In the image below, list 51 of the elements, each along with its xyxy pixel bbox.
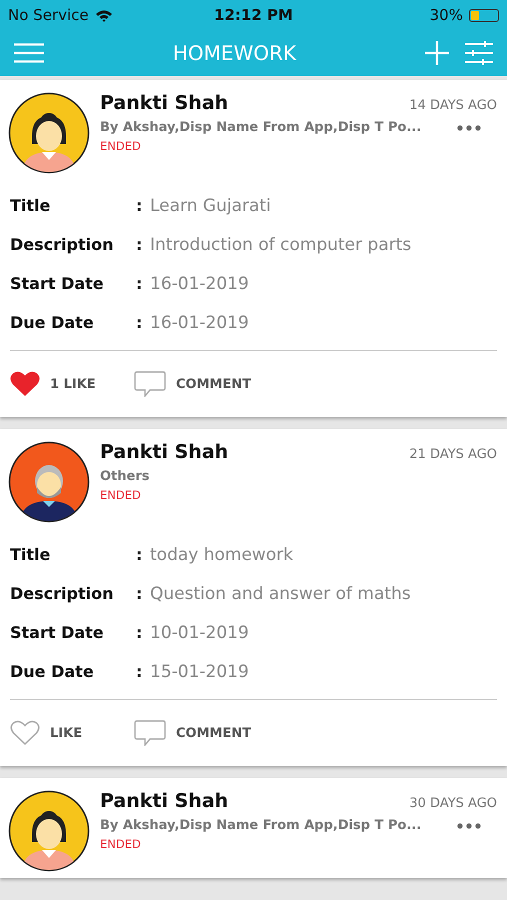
status-label: ENDED — [100, 139, 142, 153]
colon-separator: : — [136, 662, 144, 681]
field-label: Due Date — [10, 662, 95, 681]
menu-icon[interactable] — [14, 43, 44, 63]
audience-text: Others — [100, 469, 150, 484]
field-label: Due Date — [10, 313, 95, 332]
add-icon[interactable] — [424, 41, 449, 65]
carrier-text: No Service — [8, 6, 89, 24]
like-button[interactable]: LIKE — [10, 720, 134, 746]
field-label: Start Date — [10, 274, 105, 293]
audience-text: By Akshay,Disp Name From App,Disp T Po... — [100, 818, 422, 833]
field-label: Start Date — [10, 623, 105, 642]
field-value: 16-01-2019 — [150, 274, 250, 294]
author-name: Pankti Shah — [100, 790, 228, 812]
battery-percent: 30% — [430, 6, 463, 24]
field-value: 16-01-2019 — [150, 312, 250, 332]
comment-icon — [134, 371, 166, 397]
comment-button[interactable]: COMMENT — [134, 371, 252, 397]
field-label: Description — [10, 235, 114, 254]
colon-separator: : — [136, 584, 144, 603]
comment-button[interactable]: COMMENT — [134, 720, 252, 746]
colon-separator: : — [136, 274, 144, 293]
field-value: Introduction of computer parts — [150, 234, 412, 254]
time-ago: 21 DAYS AGO — [409, 447, 497, 462]
time-ago: 30 DAYS AGO — [409, 796, 497, 811]
field-label: Title — [10, 196, 52, 215]
status-label: ENDED — [100, 837, 142, 851]
status-label: ENDED — [100, 488, 142, 502]
battery-icon — [468, 8, 499, 22]
author-name: Pankti Shah — [100, 441, 228, 463]
wifi-icon — [94, 8, 113, 22]
colon-separator: : — [136, 235, 144, 254]
comment-icon — [134, 720, 166, 746]
field-label: Description — [10, 584, 114, 603]
field-value: 10-01-2019 — [150, 622, 250, 642]
colon-separator: : — [136, 545, 144, 564]
screen-title: HOMEWORK — [172, 41, 296, 65]
time-ago: 14 DAYS AGO — [409, 98, 497, 113]
author-name: Pankti Shah — [100, 92, 228, 114]
like-button[interactable]: 1 LIKE — [10, 371, 134, 397]
field-value: today homework — [150, 544, 294, 564]
audience-text: By Akshay,Disp Name From App,Disp T Po... — [100, 120, 422, 135]
field-label: Title — [10, 545, 52, 564]
colon-separator: : — [136, 196, 144, 215]
clock-text: 12:12 PM — [214, 6, 293, 24]
filter-icon[interactable] — [464, 41, 493, 65]
field-value: Question and answer of maths — [150, 584, 412, 604]
field-value: 15-01-2019 — [150, 662, 250, 682]
colon-separator: : — [136, 313, 144, 332]
colon-separator: : — [136, 623, 144, 642]
field-value: Learn Gujarati — [150, 196, 272, 216]
